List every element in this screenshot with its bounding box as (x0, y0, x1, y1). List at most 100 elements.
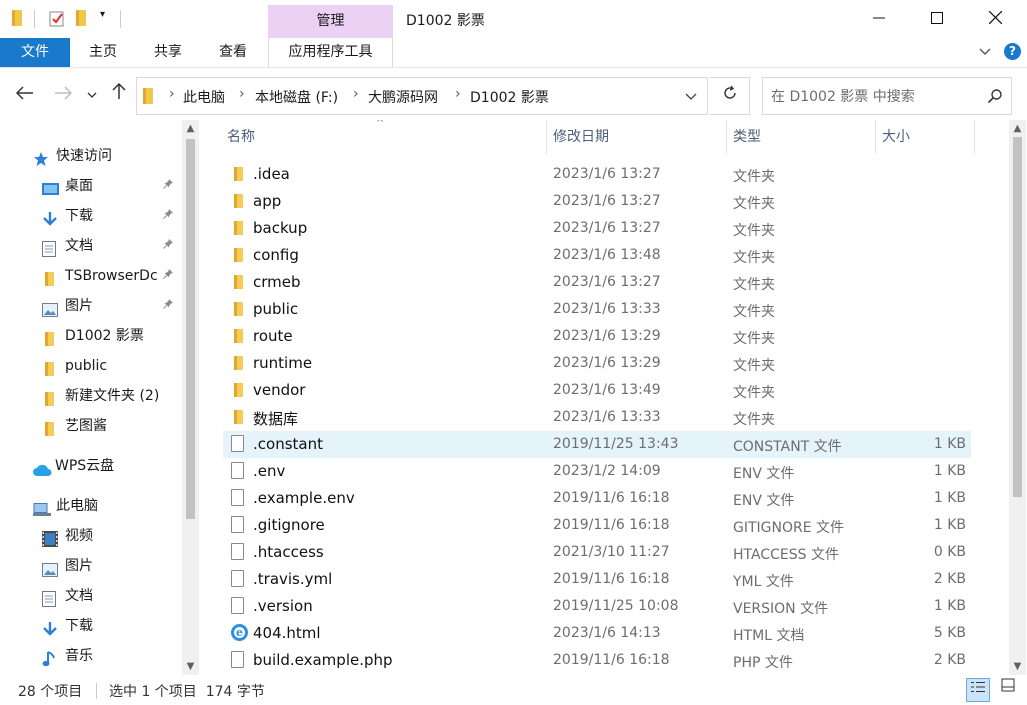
folder-icon (231, 274, 247, 294)
file-icon (231, 651, 244, 672)
sidebar-item[interactable]: 此电脑 (0, 491, 180, 521)
tab-home[interactable]: 主页 (78, 38, 128, 67)
column-header-name[interactable]: 名称 (227, 120, 255, 154)
tab-file[interactable]: 文件 (0, 38, 70, 67)
file-modified-date: 2023/1/6 13:33 (553, 409, 661, 425)
maximize-icon[interactable] (914, 4, 960, 34)
file-row[interactable]: .gitignore 2019/11/6 16:18 GITIGNORE 文件 1 K… (223, 512, 971, 539)
sidebar-item[interactable]: WPS云盘 (0, 451, 180, 481)
sidebar-item[interactable]: 桌面 (0, 171, 180, 201)
file-type: 文件夹 (733, 358, 775, 374)
column-divider[interactable] (546, 120, 547, 154)
file-row[interactable]: vendor 2023/1/6 13:49 文件夹 (223, 377, 971, 404)
file-row[interactable]: config 2023/1/6 13:48 文件夹 (223, 242, 971, 269)
file-row[interactable]: .htaccess 2021/3/10 11:27 HTACCESS 文件 0 KB (223, 539, 971, 566)
sidebar-item[interactable]: 新建文件夹 (2) (0, 381, 180, 411)
pin-icon (163, 231, 174, 261)
file-size: 1 KB (933, 490, 966, 506)
column-header-date[interactable]: 修改日期 (553, 120, 609, 154)
folder-icon (42, 268, 58, 286)
breadcrumb-current-folder[interactable]: D1002 影票 (470, 87, 549, 107)
search-input[interactable] (771, 87, 981, 107)
column-header-type[interactable]: 类型 (733, 120, 761, 154)
sidebar-item[interactable]: 文档 (0, 231, 180, 261)
sidebar-item[interactable]: 快速访问 (0, 141, 180, 171)
sidebar-item[interactable]: 文档 (0, 581, 180, 611)
ribbon-expand-icon[interactable] (978, 44, 992, 62)
column-divider[interactable] (875, 120, 876, 154)
file-row[interactable]: .version 2019/11/25 10:08 VERSION 文件 1 KB (223, 593, 971, 620)
chevron-right-icon[interactable]: › (169, 86, 175, 102)
breadcrumb-dapeng[interactable]: 大鹏源码网 (368, 87, 438, 107)
scroll-up-arrow-icon[interactable]: ▲ (1009, 120, 1026, 137)
scroll-down-arrow-icon[interactable]: ▼ (182, 658, 199, 675)
file-row[interactable]: runtime 2023/1/6 13:29 文件夹 (223, 350, 971, 377)
sidebar-item[interactable]: public (0, 351, 180, 381)
file-row[interactable]: crmeb 2023/1/6 13:27 文件夹 (223, 269, 971, 296)
close-icon[interactable] (972, 4, 1018, 34)
file-row[interactable]: app 2023/1/6 13:27 文件夹 (223, 188, 971, 215)
refresh-icon[interactable] (710, 77, 750, 115)
scroll-down-arrow-icon[interactable]: ▼ (1009, 658, 1026, 675)
tab-view[interactable]: 查看 (208, 38, 258, 67)
file-name: vendor (253, 381, 306, 399)
column-divider[interactable] (974, 120, 975, 154)
scroll-up-arrow-icon[interactable]: ▲ (182, 120, 199, 137)
file-list-scrollbar[interactable]: ▲ ▼ (1009, 120, 1026, 675)
breadcrumb-this-pc[interactable]: 此电脑 (183, 87, 225, 107)
column-header-size[interactable]: 大小 (882, 120, 910, 154)
sidebar-item[interactable]: 图片 (0, 291, 180, 321)
sidebar-item[interactable]: TSBrowserDc (0, 261, 180, 291)
chevron-right-icon[interactable]: › (455, 86, 461, 102)
navigation-pane-scrollbar-thumb[interactable] (186, 139, 195, 519)
folder-icon (231, 409, 247, 429)
file-row[interactable]: .example.env 2019/11/6 16:18 ENV 文件 1 KB (223, 485, 971, 512)
file-row[interactable]: .travis.yml 2019/11/6 16:18 YML 文件 2 KB (223, 566, 971, 593)
file-row[interactable]: .constant 2019/11/25 13:43 CONSTANT 文件 1 KB (223, 431, 971, 458)
file-row[interactable]: .env 2023/1/2 14:09 ENV 文件 1 KB (223, 458, 971, 485)
file-row[interactable]: e 404.html 2023/1/6 14:13 HTML 文档 5 KB (223, 620, 971, 647)
back-arrow-icon[interactable] (12, 82, 38, 108)
file-row[interactable]: build.example.php 2019/11/6 16:18 PHP 文件 2 … (223, 647, 971, 674)
file-row[interactable]: 数据库 2023/1/6 13:33 文件夹 (223, 404, 971, 431)
sidebar-item[interactable]: 音乐 (0, 641, 180, 671)
sidebar-item[interactable]: 艺图酱 (0, 411, 180, 441)
address-history-chevron-icon[interactable] (685, 90, 697, 106)
sidebar-item[interactable]: 下载 (0, 201, 180, 231)
sidebar-item[interactable]: 图片 (0, 551, 180, 581)
sidebar-item[interactable]: 下载 (0, 611, 180, 641)
file-row[interactable]: route 2023/1/6 13:29 文件夹 (223, 323, 971, 350)
breadcrumb-local-disk[interactable]: 本地磁盘 (F:) (255, 87, 338, 107)
file-type: 文件夹 (733, 385, 775, 401)
new-folder-icon[interactable] (76, 10, 86, 28)
chevron-down-icon[interactable]: ▾ (100, 9, 105, 27)
properties-icon[interactable] (48, 10, 66, 28)
file-list-scrollbar-thumb[interactable] (1013, 137, 1022, 497)
context-tab-group-label: 管理 (268, 5, 393, 38)
navigation-pane-scrollbar[interactable]: ▲ ▼ (182, 120, 199, 675)
recent-locations-chevron-icon[interactable] (82, 82, 102, 108)
up-arrow-icon[interactable] (106, 82, 132, 108)
forward-arrow-icon[interactable] (50, 82, 76, 108)
sidebar-item[interactable]: 视频 (0, 521, 180, 551)
file-row[interactable]: backup 2023/1/6 13:27 文件夹 (223, 215, 971, 242)
search-box[interactable] (762, 77, 1012, 115)
details-view-icon[interactable] (966, 678, 990, 702)
file-row[interactable]: .idea 2023/1/6 13:27 文件夹 (223, 161, 971, 188)
tab-application-tools[interactable]: 应用程序工具 (268, 38, 393, 67)
file-row[interactable]: public 2023/1/6 13:33 文件夹 (223, 296, 971, 323)
item-count: 28 个项目 (18, 684, 83, 700)
address-bar[interactable]: › 此电脑 › 本地磁盘 (F:) › 大鹏源码网 › D1002 影票 (136, 77, 708, 115)
folder-icon (231, 166, 247, 186)
column-divider[interactable] (726, 120, 727, 154)
chevron-right-icon[interactable]: › (239, 86, 245, 102)
tab-share[interactable]: 共享 (143, 38, 193, 67)
ie-icon: e (231, 624, 248, 641)
chevron-right-icon[interactable]: › (353, 86, 359, 102)
search-icon[interactable] (987, 88, 1003, 108)
sidebar-item[interactable]: D1002 影票 (0, 321, 180, 351)
large-icons-view-icon[interactable] (996, 678, 1020, 702)
file-modified-date: 2023/1/6 13:27 (553, 220, 661, 236)
help-icon[interactable]: ? (1004, 43, 1021, 60)
minimize-icon[interactable] (856, 4, 902, 34)
